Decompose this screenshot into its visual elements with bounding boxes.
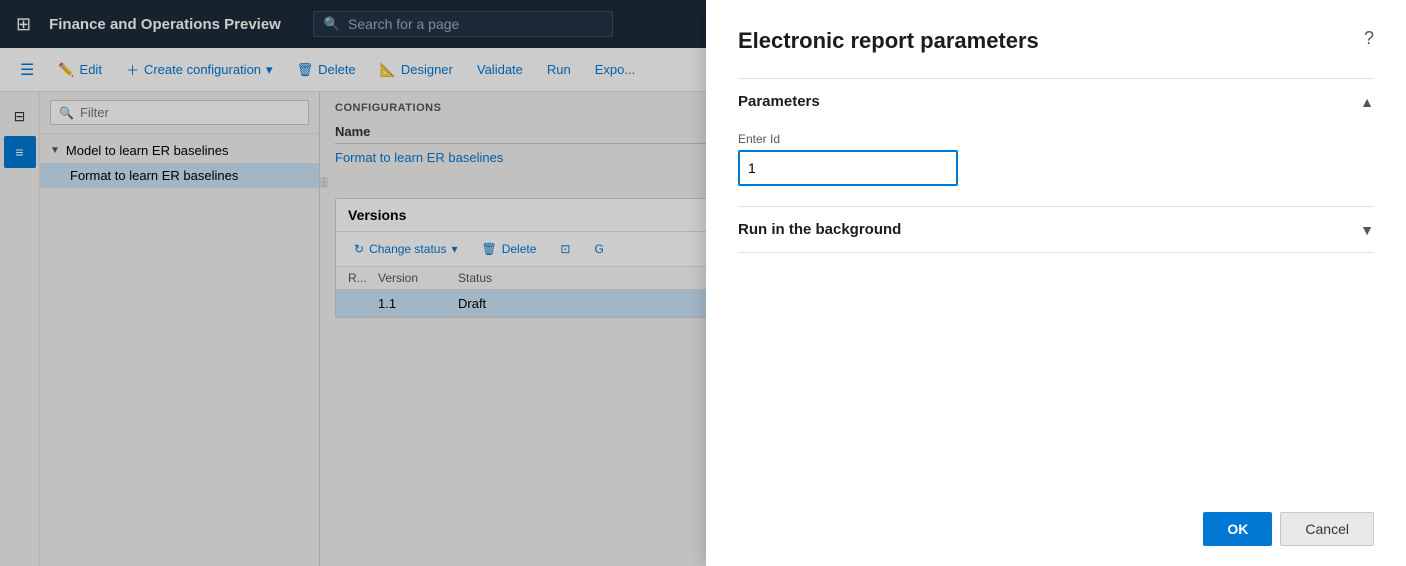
ok-button[interactable]: OK — [1203, 512, 1272, 546]
parameters-label: Parameters — [738, 93, 820, 110]
run-background-section: Run in the background ▼ — [738, 207, 1374, 253]
parameters-section-header[interactable]: Parameters ▲ — [738, 79, 1374, 124]
enter-id-input[interactable] — [738, 150, 958, 186]
parameters-content: Enter Id — [738, 124, 1374, 206]
parameters-chevron-icon: ▲ — [1360, 94, 1374, 110]
dialog-header: Electronic report parameters ? — [738, 28, 1374, 54]
dialog-overlay: Electronic report parameters ? Parameter… — [0, 0, 1406, 566]
dialog-help-icon[interactable]: ? — [1364, 28, 1374, 49]
enter-id-label: Enter Id — [738, 132, 1374, 146]
dialog-title: Electronic report parameters — [738, 28, 1039, 54]
parameters-section: Parameters ▲ Enter Id — [738, 79, 1374, 207]
dialog-footer: OK Cancel — [738, 496, 1374, 546]
dialog-panel: Electronic report parameters ? Parameter… — [706, 0, 1406, 566]
run-background-section-header[interactable]: Run in the background ▼ — [738, 207, 1374, 252]
run-background-chevron-icon: ▼ — [1360, 222, 1374, 238]
cancel-button[interactable]: Cancel — [1280, 512, 1374, 546]
run-background-label: Run in the background — [738, 221, 901, 238]
